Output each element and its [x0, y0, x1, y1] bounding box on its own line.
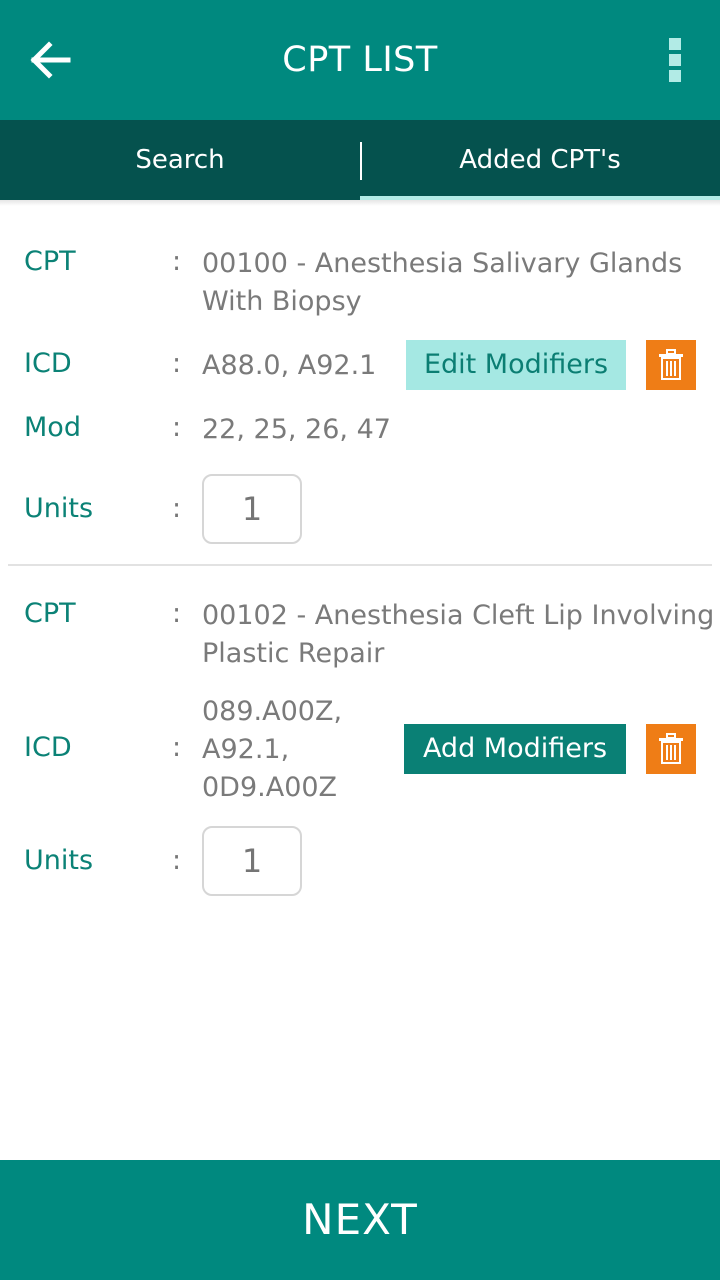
cpt-description-line2: Plastic Repair: [202, 638, 385, 669]
next-button[interactable]: NEXT: [0, 1160, 720, 1280]
icd-value: A88.0, A92.1: [202, 350, 377, 381]
overflow-menu-icon: [669, 38, 681, 50]
edit-modifiers-button[interactable]: Edit Modifiers: [406, 340, 626, 390]
colon: :: [172, 493, 182, 524]
colon: :: [172, 845, 182, 876]
delete-button[interactable]: [646, 724, 696, 774]
arrow-left-icon: [30, 41, 71, 79]
back-button[interactable]: [20, 30, 80, 90]
page-title: CPT LIST: [282, 40, 438, 80]
overflow-menu-button[interactable]: [650, 30, 700, 90]
cpt-label: CPT: [24, 598, 76, 629]
cpt-description-line2: With Biopsy: [202, 286, 362, 317]
colon: :: [172, 246, 182, 277]
icd-label: ICD: [24, 732, 72, 763]
colon: :: [172, 412, 182, 443]
icd-value-line3: 0D9.A00Z: [202, 772, 338, 803]
icd-label: ICD: [24, 348, 72, 379]
cpt-label: CPT: [24, 246, 76, 277]
trash-icon: [659, 349, 683, 380]
colon: :: [172, 348, 182, 379]
units-label: Units: [24, 845, 94, 876]
units-label: Units: [24, 493, 94, 524]
colon: :: [172, 732, 182, 763]
colon: :: [172, 598, 182, 629]
divider: [8, 564, 712, 566]
tab-search[interactable]: Search: [0, 120, 360, 200]
tab-added-cpts[interactable]: Added CPT's: [360, 120, 720, 200]
icd-value-line1: 089.A00Z,: [202, 696, 343, 727]
trash-icon: [659, 733, 683, 764]
mod-label: Mod: [24, 412, 81, 443]
cpt-description-line1: 00102 - Anesthesia Cleft Lip Involving: [202, 600, 715, 631]
units-input[interactable]: 1: [202, 474, 302, 544]
add-modifiers-button[interactable]: Add Modifiers: [404, 724, 626, 774]
tab-divider: [360, 142, 362, 180]
app-bar: CPT LIST: [0, 0, 720, 120]
icd-value-line2: A92.1,: [202, 734, 290, 765]
delete-button[interactable]: [646, 340, 696, 390]
cpt-description-line1: 00100 - Anesthesia Salivary Glands: [202, 248, 683, 279]
mod-value: 22, 25, 26, 47: [202, 414, 391, 445]
units-input[interactable]: 1: [202, 826, 302, 896]
